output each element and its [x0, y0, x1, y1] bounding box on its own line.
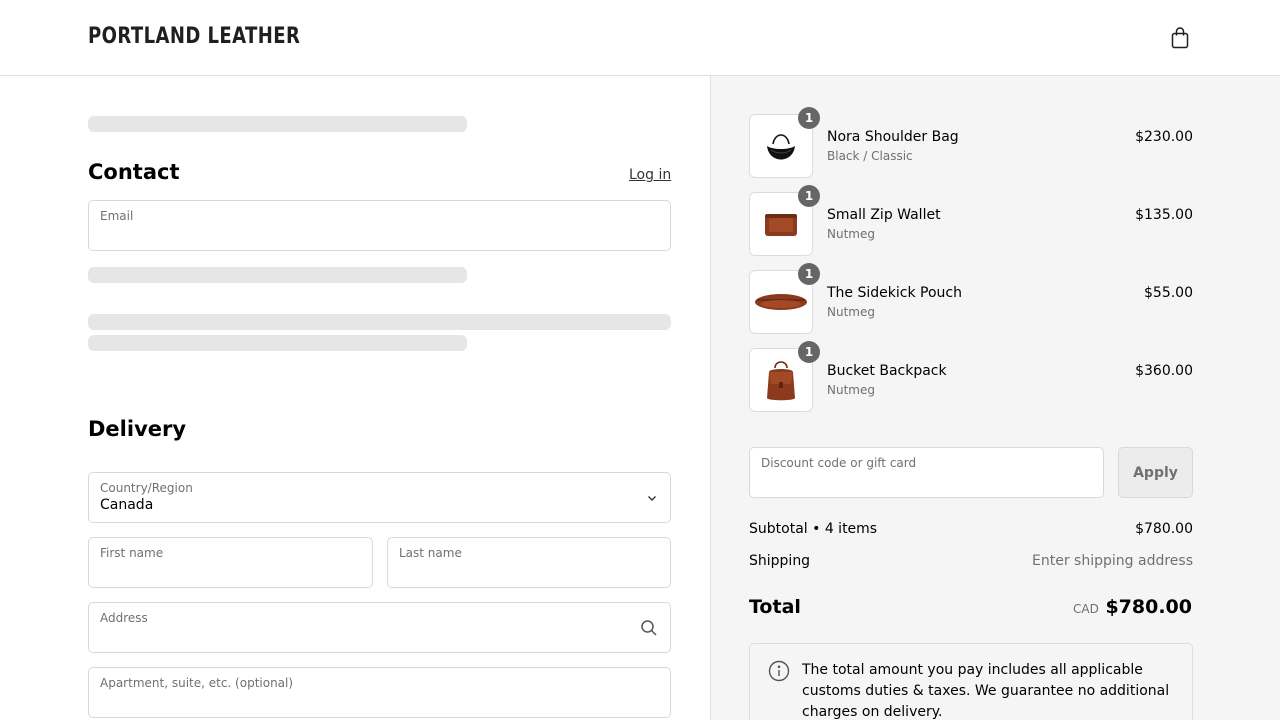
- order-summary: 1 Nora Shoulder Bag Black / Classic $230…: [710, 76, 1280, 720]
- search-icon: [640, 619, 658, 637]
- quantity-badge: 1: [798, 107, 820, 129]
- item-variant: Black / Classic: [827, 149, 913, 163]
- quantity-badge: 1: [798, 341, 820, 363]
- shoulder-bag-image: [767, 134, 795, 160]
- last-name-label: Last name: [399, 546, 462, 560]
- quantity-badge: 1: [798, 263, 820, 285]
- discount-label: Discount code or gift card: [761, 456, 917, 470]
- last-name-field[interactable]: Last name: [387, 537, 671, 588]
- cart-item: 1 Nora Shoulder Bag Black / Classic $230…: [749, 107, 1193, 178]
- store-logo[interactable]: PORTLAND LEATHER: [88, 24, 300, 49]
- duties-notice: The total amount you pay includes all ap…: [749, 643, 1193, 720]
- info-icon: [768, 660, 790, 686]
- pouch-image: [755, 294, 807, 310]
- shipping-value: Enter shipping address: [1032, 553, 1193, 569]
- email-field[interactable]: Email: [88, 200, 671, 251]
- delivery-heading: Delivery: [88, 417, 187, 441]
- total-value: $780.00: [1105, 596, 1192, 618]
- chevron-down-icon: [646, 492, 658, 504]
- cart-item: 1 Small Zip Wallet Nutmeg $135.00: [749, 185, 1193, 256]
- express-checkout-placeholder: [88, 116, 467, 132]
- item-variant: Nutmeg: [827, 383, 875, 397]
- first-name-field[interactable]: First name: [88, 537, 373, 588]
- country-label: Country/Region: [100, 481, 193, 495]
- backpack-image: [767, 361, 795, 401]
- subtotal-label: Subtotal • 4 items: [749, 521, 878, 537]
- apply-discount-button[interactable]: Apply: [1118, 447, 1193, 498]
- item-name: The Sidekick Pouch: [827, 285, 962, 301]
- item-name: Bucket Backpack: [827, 363, 947, 379]
- cart-button[interactable]: [1168, 26, 1192, 50]
- address-field[interactable]: Address: [88, 602, 671, 653]
- email-label: Email: [100, 209, 134, 223]
- newsletter-placeholder: [88, 267, 467, 283]
- subtotal-value: $780.00: [1135, 521, 1193, 537]
- item-price: $135.00: [1135, 207, 1193, 223]
- item-name: Small Zip Wallet: [827, 207, 941, 223]
- total-currency: CAD: [1073, 602, 1099, 616]
- country-value: Canada: [100, 497, 154, 513]
- duties-notice-text: The total amount you pay includes all ap…: [802, 662, 1170, 720]
- item-price: $230.00: [1135, 129, 1193, 145]
- item-name: Nora Shoulder Bag: [827, 129, 959, 145]
- loading-placeholder-line: [88, 314, 671, 330]
- cart-item: 1 The Sidekick Pouch Nutmeg $55.00: [749, 263, 1193, 334]
- shopping-bag-icon: [1171, 27, 1189, 49]
- item-variant: Nutmeg: [827, 227, 875, 241]
- first-name-label: First name: [100, 546, 164, 560]
- apartment-label: Apartment, suite, etc. (optional): [100, 676, 294, 690]
- checkout-form: Contact Log in Email Delivery Country/Re…: [0, 76, 710, 720]
- country-select[interactable]: Country/Region Canada: [88, 472, 671, 523]
- quantity-badge: 1: [798, 185, 820, 207]
- address-label: Address: [100, 611, 148, 625]
- item-price: $360.00: [1135, 363, 1193, 379]
- total-label: Total: [749, 596, 801, 618]
- site-header: PORTLAND LEATHER: [0, 0, 1280, 76]
- loading-placeholder-line: [88, 335, 467, 351]
- discount-code-field[interactable]: Discount code or gift card: [749, 447, 1104, 498]
- apartment-field[interactable]: Apartment, suite, etc. (optional): [88, 667, 671, 718]
- login-link[interactable]: Log in: [629, 167, 671, 183]
- shipping-label: Shipping: [749, 553, 811, 569]
- item-price: $55.00: [1144, 285, 1193, 301]
- item-variant: Nutmeg: [827, 305, 875, 319]
- wallet-image: [765, 214, 797, 236]
- cart-item: 1 Bucket Backpack Nutmeg $360.00: [749, 341, 1193, 412]
- contact-heading: Contact: [88, 160, 180, 184]
